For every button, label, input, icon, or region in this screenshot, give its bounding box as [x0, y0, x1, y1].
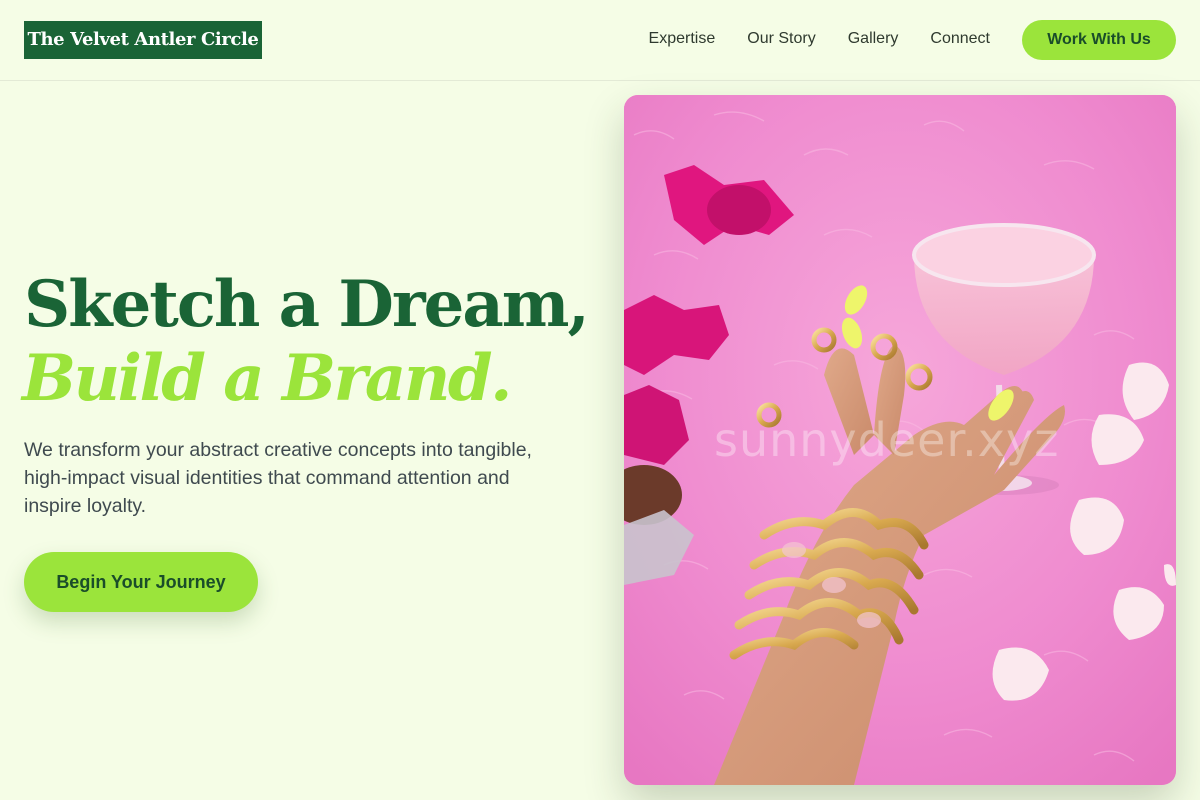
nav-link-our-story[interactable]: Our Story [747, 29, 815, 49]
hero-description: We transform your abstract creative conc… [24, 439, 532, 517]
nav-link-connect[interactable]: Connect [930, 29, 990, 49]
hero-photo: sunnydeer.xyz [624, 95, 1176, 785]
brand-logo[interactable]: The Velvet Antler Circle [24, 21, 262, 59]
main-nav: Expertise Our Story Gallery Connect [649, 29, 990, 49]
work-with-us-button[interactable]: Work With Us [1022, 20, 1176, 60]
hero-title-line2: Build a Brand. [22, 341, 512, 416]
site-header: The Velvet Antler Circle Expertise Our S… [0, 0, 1200, 81]
nav-link-expertise[interactable]: Expertise [649, 29, 716, 49]
image-watermark: sunnydeer.xyz [714, 413, 1060, 467]
nav-link-gallery[interactable]: Gallery [848, 29, 899, 49]
begin-journey-button[interactable]: Begin Your Journey [24, 552, 258, 612]
